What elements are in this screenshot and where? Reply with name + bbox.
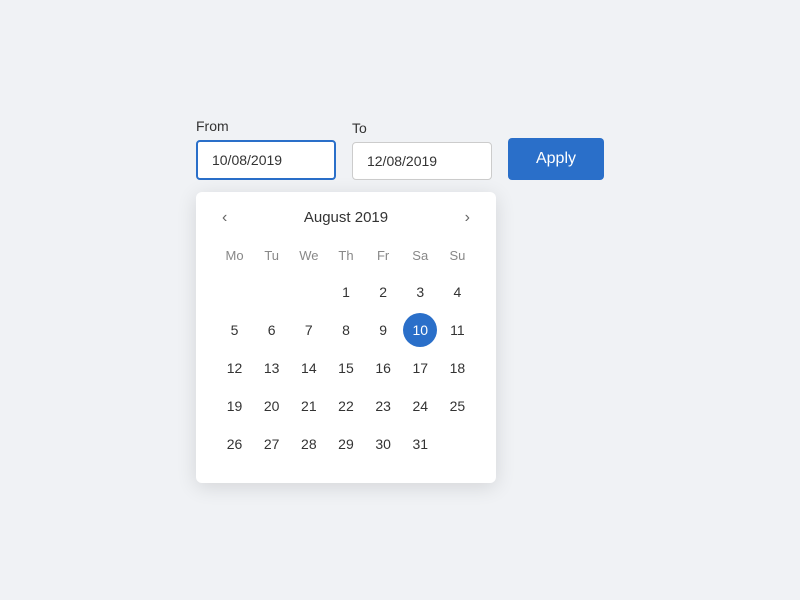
day-cell[interactable]: 12 xyxy=(218,351,252,385)
day-cell[interactable]: 6 xyxy=(255,313,289,347)
day-cell[interactable]: 16 xyxy=(366,351,400,385)
day-cell[interactable]: 29 xyxy=(329,427,363,461)
day-cell[interactable]: 18 xyxy=(440,351,474,385)
next-month-button[interactable]: › xyxy=(459,208,476,228)
date-range-picker: From To Apply ‹ August 2019 › MoTuWeThFr… xyxy=(196,118,604,483)
day-cell[interactable]: 25 xyxy=(440,389,474,423)
calendar-header: ‹ August 2019 › xyxy=(216,208,476,228)
to-field: To xyxy=(352,120,492,180)
day-cell[interactable]: 9 xyxy=(366,313,400,347)
day-cell[interactable]: 20 xyxy=(255,389,289,423)
date-row: From To Apply xyxy=(196,118,604,180)
day-cell[interactable]: 23 xyxy=(366,389,400,423)
day-cell[interactable]: 11 xyxy=(440,313,474,347)
day-cell[interactable]: 8 xyxy=(329,313,363,347)
day-cell[interactable]: 10 xyxy=(403,313,437,347)
day-cell[interactable]: 21 xyxy=(292,389,326,423)
day-cell[interactable]: 4 xyxy=(440,275,474,309)
day-cell[interactable]: 22 xyxy=(329,389,363,423)
day-cell[interactable]: 26 xyxy=(218,427,252,461)
day-cell[interactable]: 3 xyxy=(403,275,437,309)
day-cell[interactable]: 30 xyxy=(366,427,400,461)
day-header: Su xyxy=(439,244,476,273)
day-cell[interactable]: 27 xyxy=(255,427,289,461)
calendar: ‹ August 2019 › MoTuWeThFrSaSu1234567891… xyxy=(196,192,496,483)
from-input[interactable] xyxy=(196,140,336,180)
day-header: We xyxy=(290,244,327,273)
day-cell[interactable]: 13 xyxy=(255,351,289,385)
day-cell[interactable]: 15 xyxy=(329,351,363,385)
day-cell[interactable]: 5 xyxy=(218,313,252,347)
calendar-grid: MoTuWeThFrSaSu12345678910111213141516171… xyxy=(216,244,476,463)
day-cell[interactable]: 28 xyxy=(292,427,326,461)
day-header: Mo xyxy=(216,244,253,273)
from-label: From xyxy=(196,118,336,134)
day-cell xyxy=(255,275,289,309)
day-cell[interactable]: 1 xyxy=(329,275,363,309)
to-label: To xyxy=(352,120,492,136)
day-cell[interactable]: 2 xyxy=(366,275,400,309)
day-header: Th xyxy=(327,244,364,273)
prev-month-button[interactable]: ‹ xyxy=(216,208,233,228)
day-cell[interactable]: 19 xyxy=(218,389,252,423)
day-cell xyxy=(218,275,252,309)
day-cell[interactable]: 31 xyxy=(403,427,437,461)
day-cell[interactable]: 17 xyxy=(403,351,437,385)
day-header: Fr xyxy=(365,244,402,273)
day-cell[interactable]: 24 xyxy=(403,389,437,423)
day-cell xyxy=(440,427,474,461)
day-header: Tu xyxy=(253,244,290,273)
day-header: Sa xyxy=(402,244,439,273)
day-cell[interactable]: 7 xyxy=(292,313,326,347)
to-input[interactable] xyxy=(352,142,492,180)
day-cell[interactable]: 14 xyxy=(292,351,326,385)
day-cell xyxy=(292,275,326,309)
from-field: From xyxy=(196,118,336,180)
month-title: August 2019 xyxy=(304,209,388,226)
apply-button[interactable]: Apply xyxy=(508,138,604,180)
